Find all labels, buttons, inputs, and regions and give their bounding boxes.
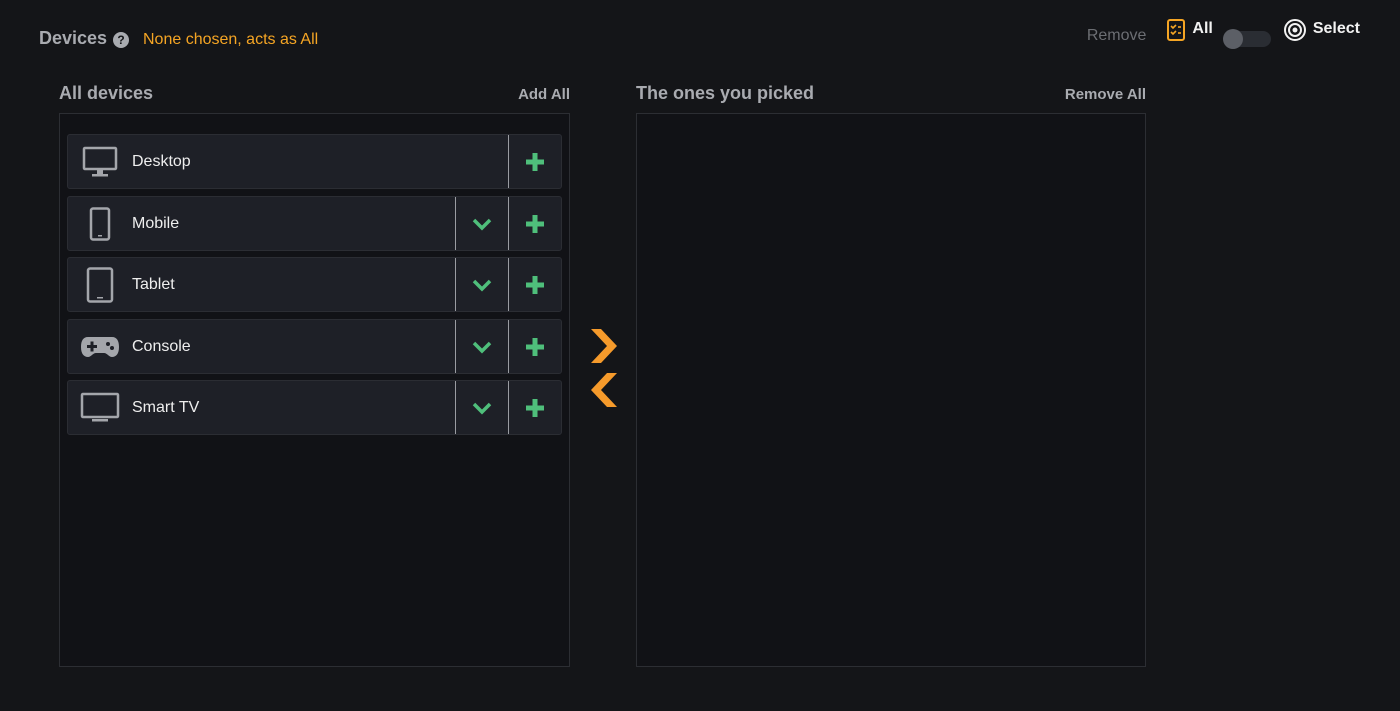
checklist-icon [1166, 18, 1186, 47]
expand-button[interactable] [455, 258, 508, 311]
device-row-console[interactable]: Console [67, 319, 562, 374]
all-devices-title: All devices [59, 83, 154, 103]
chevron-down-icon [472, 218, 492, 230]
chevron-down-icon [472, 279, 492, 291]
mode-all-option[interactable]: All [1166, 18, 1213, 47]
target-icon [1283, 18, 1307, 47]
device-row-smart-tv[interactable]: Smart TV [67, 380, 562, 435]
chevron-right-icon [591, 329, 617, 363]
plus-icon [526, 152, 544, 171]
add-device-button[interactable] [508, 197, 561, 250]
add-device-button[interactable] [508, 258, 561, 311]
device-row-mobile[interactable]: Mobile [67, 196, 562, 251]
picked-devices-title: The ones you picked [636, 83, 815, 103]
tv-icon [68, 381, 132, 434]
mode-select-option[interactable]: Select [1283, 18, 1360, 47]
device-label: Console [132, 337, 191, 355]
device-picker-page: Devices ? None chosen, acts as All Remov… [0, 0, 1400, 711]
device-label: Mobile [132, 214, 180, 232]
chevron-down-icon [472, 402, 492, 414]
plus-icon [526, 398, 544, 417]
plus-icon [526, 214, 544, 233]
plus-icon [526, 337, 544, 356]
device-label: Desktop [132, 152, 191, 170]
mode-toggle[interactable] [1222, 29, 1271, 49]
device-label: Tablet [132, 275, 175, 293]
expand-button[interactable] [455, 381, 508, 434]
device-label: Smart TV [132, 398, 200, 416]
remove-all-button[interactable]: Remove All [1065, 86, 1146, 103]
expand-button[interactable] [455, 320, 508, 373]
remove-button[interactable]: Remove [1087, 27, 1147, 45]
gamepad-icon [68, 320, 132, 373]
chevron-left-icon [591, 373, 617, 407]
expand-button[interactable] [455, 197, 508, 250]
plus-icon [526, 275, 544, 294]
desktop-icon [68, 135, 132, 188]
device-row-tablet[interactable]: Tablet [67, 257, 562, 312]
move-right-button[interactable] [588, 329, 620, 363]
chevron-down-icon [472, 341, 492, 353]
tablet-icon [68, 258, 132, 311]
help-icon[interactable]: ? [113, 32, 130, 48]
page-title: Devices ? [39, 28, 130, 49]
mode-select-label: Select [1312, 19, 1360, 37]
all-devices-list: Desktop Mobile Tablet Console Smart TV [59, 113, 570, 667]
add-device-button[interactable] [508, 320, 561, 373]
selection-status: None chosen, acts as All [143, 31, 319, 48]
move-left-button[interactable] [588, 373, 620, 407]
mode-all-label: All [1192, 19, 1213, 37]
add-all-button[interactable]: Add All [518, 86, 570, 103]
add-device-button[interactable] [508, 135, 561, 188]
header-controls: Remove All Select [1087, 17, 1360, 49]
add-device-button[interactable] [508, 381, 561, 434]
page-title-text: Devices [39, 28, 108, 48]
toggle-knob [1222, 29, 1243, 49]
mobile-icon [68, 197, 132, 250]
device-row-desktop[interactable]: Desktop [67, 134, 562, 189]
picked-devices-list [636, 113, 1146, 667]
